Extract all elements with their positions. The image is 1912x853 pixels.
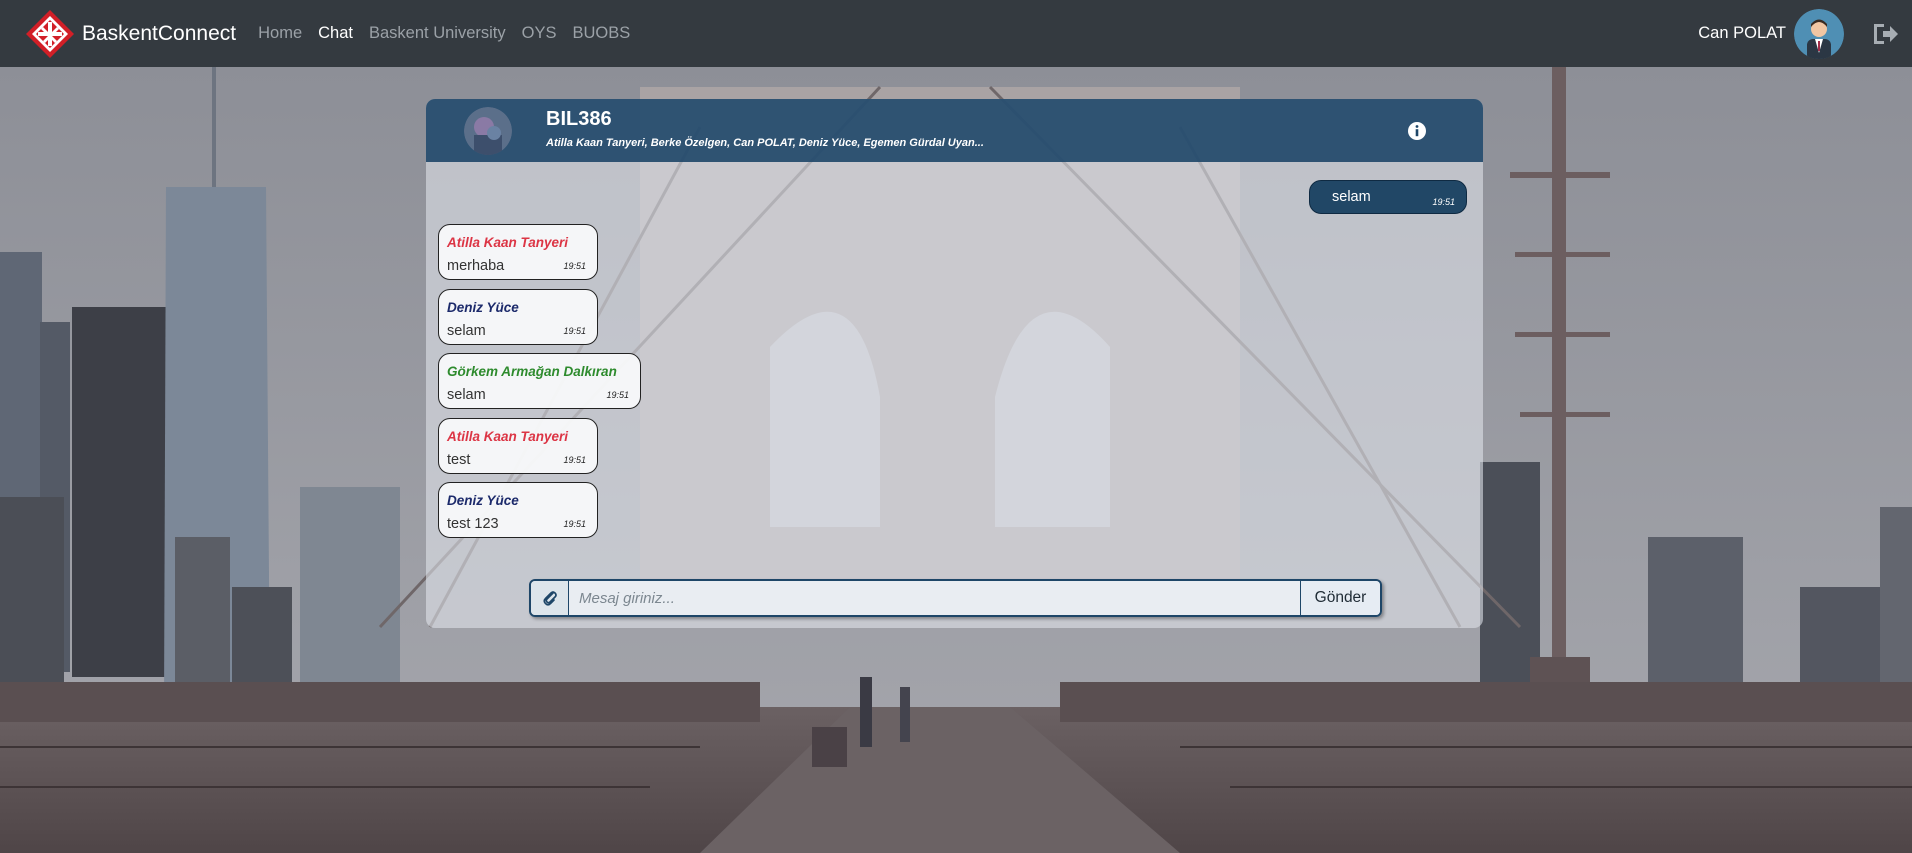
message-time: 19:51 [563,261,586,271]
message-input[interactable] [569,581,1300,615]
nav-link-home[interactable]: Home [258,24,302,43]
message-text: test 123 [447,516,499,532]
chat-panel: BIL386 Atilla Kaan Tanyeri, Berke Özelge… [426,99,1483,628]
message-sender: Atilla Kaan Tanyeri [447,429,569,444]
group-avatar[interactable] [464,107,512,155]
nav-link-chat[interactable]: Chat [318,24,353,43]
user-name[interactable]: Can POLAT [1698,24,1786,43]
nav-link-buobs[interactable]: BUOBS [572,24,630,43]
message-input-bar: Gönder [529,579,1382,617]
message-time: 19:51 [1432,197,1455,207]
message-time: 19:51 [563,326,586,336]
group-name: BIL386 [546,108,612,130]
user-avatar[interactable] [1794,8,1844,59]
message-sender: Deniz Yüce [447,493,519,508]
brand-name: BaskentConnect [82,21,237,45]
message-bubble: Görkem Armağan Dalkıran selam 19:51 [438,353,641,409]
logout-icon[interactable] [1870,18,1902,50]
own-message: selam 19:51 [1309,180,1467,214]
message-text: selam [1332,189,1371,205]
brand[interactable]: BaskentConnect [24,8,236,60]
brand-logo-icon [26,9,74,58]
message-time: 19:51 [606,390,629,400]
message-text: selam [447,387,486,403]
attach-button[interactable] [531,581,569,615]
group-members: Atilla Kaan Tanyeri, Berke Özelgen, Can … [546,137,984,149]
message-sender: Görkem Armağan Dalkıran [447,364,617,379]
chat-header: BIL386 Atilla Kaan Tanyeri, Berke Özelge… [426,99,1483,162]
nav-link-baskent-university[interactable]: Baskent University [369,24,506,43]
nav-link-oys[interactable]: OYS [522,24,557,43]
message-bubble: Atilla Kaan Tanyeri merhaba 19:51 [438,224,598,280]
nav-links: Home Chat Baskent University OYS BUOBS [258,24,646,43]
user-area: Can POLAT [1698,8,1912,59]
paperclip-icon [542,591,557,606]
info-icon[interactable] [1407,121,1427,141]
message-bubble: Deniz Yüce test 123 19:51 [438,482,598,538]
message-time: 19:51 [563,455,586,465]
message-bubble: Atilla Kaan Tanyeri test 19:51 [438,418,598,474]
message-sender: Deniz Yüce [447,300,519,315]
message-sender: Atilla Kaan Tanyeri [447,235,569,250]
message-text: test [447,452,471,468]
message-text: selam [447,323,486,339]
message-bubble: Deniz Yüce selam 19:51 [438,289,598,345]
send-button[interactable]: Gönder [1300,581,1380,615]
message-text: merhaba [447,258,505,274]
navbar: BaskentConnect Home Chat Baskent Univers… [0,0,1912,67]
message-time: 19:51 [563,519,586,529]
